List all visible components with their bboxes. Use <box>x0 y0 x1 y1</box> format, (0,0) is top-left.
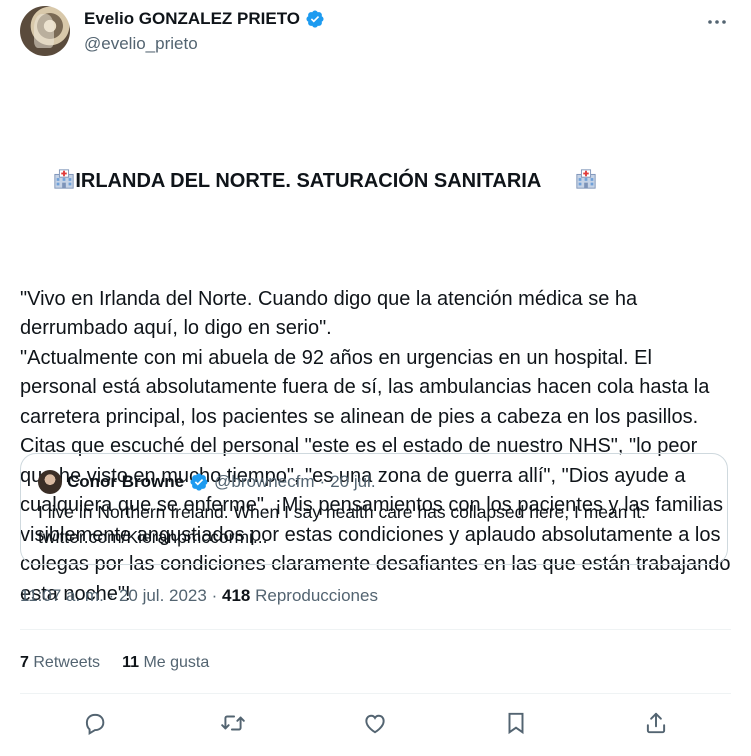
tweet-stats: 7 Retweets 11 Me gusta <box>20 654 209 672</box>
hospital-icon <box>20 137 75 226</box>
tweet-meta: 11:07 a. m. · 20 jul. 2023 · 418 Reprodu… <box>20 586 378 606</box>
tweet-date[interactable]: 20 jul. 2023 <box>119 586 207 605</box>
retweet-icon[interactable] <box>220 710 246 736</box>
retweets-count: 7 <box>20 654 29 671</box>
likes-label: Me gusta <box>143 654 210 671</box>
quoted-avatar <box>38 470 62 494</box>
divider <box>20 693 731 694</box>
share-icon[interactable] <box>643 710 669 736</box>
author-name[interactable]: Evelio GONZALEZ PRIETO <box>84 9 300 29</box>
views-count: 418 <box>221 586 251 605</box>
author-avatar[interactable] <box>20 6 70 56</box>
action-bar <box>20 706 731 746</box>
quoted-text: I live in Northern Ireland. When I say h… <box>38 502 646 522</box>
quoted-name: Conor Browne <box>67 472 185 491</box>
likes-stat[interactable]: 11 Me gusta <box>122 654 209 672</box>
like-icon[interactable] <box>362 710 388 736</box>
meta-separator: · <box>108 586 115 605</box>
tweet-title-row: IRLANDA DEL NORTE. SATURACIÓN SANITARIA <box>20 137 732 226</box>
hospital-icon <box>541 137 596 226</box>
views-label: Reproducciones <box>255 586 378 605</box>
quoted-date: 20 jul. <box>330 472 376 491</box>
quoted-body: I live in Northern Ireland. When I say h… <box>38 500 718 550</box>
reply-icon[interactable] <box>82 710 108 736</box>
quoted-header: Conor Browne @brownecfm · 20 jul. <box>38 470 376 494</box>
quoted-tweet[interactable]: Conor Browne @brownecfm · 20 jul. I live… <box>20 453 728 565</box>
quoted-handle: @brownecfm <box>214 472 315 491</box>
likes-count: 11 <box>122 654 139 671</box>
author-name-row: Evelio GONZALEZ PRIETO <box>84 9 325 29</box>
retweets-stat[interactable]: 7 Retweets <box>20 654 100 672</box>
meta-separator: · <box>211 586 218 605</box>
tweet-title: IRLANDA DEL NORTE. SATURACIÓN SANITARIA <box>75 169 542 192</box>
more-options-icon[interactable] <box>705 10 729 34</box>
quoted-link[interactable]: twitter.com/Kieranpmccormi... <box>38 525 718 550</box>
divider <box>20 629 731 630</box>
verified-badge-icon <box>305 9 325 29</box>
quoted-separator: · <box>319 472 326 491</box>
bookmark-icon[interactable] <box>503 710 529 736</box>
verified-badge-icon <box>189 472 209 492</box>
author-handle[interactable]: @evelio_prieto <box>84 34 198 54</box>
tweet-time[interactable]: 11:07 a. m. <box>20 586 104 605</box>
tweet-header: Evelio GONZALEZ PRIETO @evelio_prieto <box>20 6 731 60</box>
retweets-label: Retweets <box>33 654 101 671</box>
